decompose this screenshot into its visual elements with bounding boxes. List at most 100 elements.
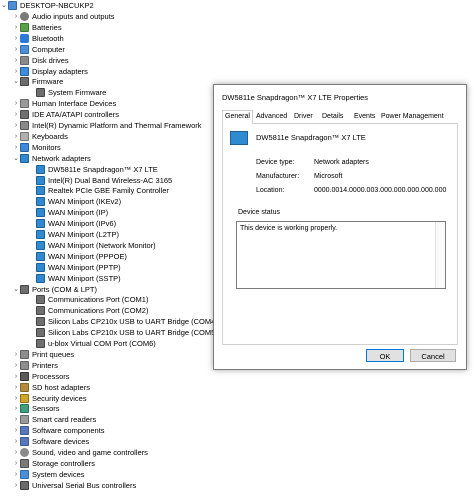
- tree-item-41[interactable]: › Storage controllers: [12, 458, 95, 469]
- chevron-right-icon[interactable]: ›: [12, 469, 20, 480]
- tab-driver[interactable]: Driver: [292, 111, 315, 123]
- tree-item-33[interactable]: › Processors: [12, 371, 70, 382]
- chevron-right-icon[interactable]: ›: [12, 120, 20, 131]
- chevron-right-icon[interactable]: ›: [12, 414, 20, 425]
- tab-advanced[interactable]: Advanced: [254, 111, 289, 123]
- tree-item-24[interactable]: WAN Miniport (SSTP): [28, 273, 121, 284]
- chevron-right-icon[interactable]: ›: [12, 436, 20, 447]
- tree-item-1[interactable]: › Batteries: [12, 22, 62, 33]
- sound-icon: [20, 448, 29, 457]
- tree-item-9[interactable]: › IDE ATA/ATAPI controllers: [12, 109, 119, 120]
- tree-item-30[interactable]: u-blox Virtual COM Port (COM6): [28, 338, 156, 349]
- tree-item-13[interactable]: ⌄ Network adapters: [12, 153, 91, 164]
- chevron-right-icon[interactable]: ›: [12, 480, 20, 491]
- tree-item-6[interactable]: ⌄ Firmware: [12, 76, 63, 87]
- tree-item-2[interactable]: › Bluetooth: [12, 33, 64, 44]
- tree-item-27[interactable]: Communications Port (COM2): [28, 305, 148, 316]
- tree-item-38[interactable]: › Software components: [12, 425, 105, 436]
- device-status-textbox[interactable]: This device is working properly.: [236, 221, 446, 289]
- chevron-right-icon[interactable]: ›: [12, 142, 20, 153]
- ok-button[interactable]: OK: [366, 349, 404, 362]
- chevron-right-icon[interactable]: ›: [12, 458, 20, 469]
- network-adapter-icon: [36, 219, 45, 228]
- network-adapter-icon: [230, 131, 248, 145]
- tree-item-23[interactable]: WAN Miniport (PPTP): [28, 262, 121, 273]
- tree-item-16[interactable]: Realtek PCIe GBE Family Controller: [28, 185, 169, 196]
- tree-item-4[interactable]: › Disk drives: [12, 55, 69, 66]
- tree-item-29[interactable]: Silicon Labs CP210x USB to UART Bridge (…: [28, 327, 218, 338]
- chevron-right-icon[interactable]: ›: [12, 425, 20, 436]
- chevron-right-icon[interactable]: ›: [12, 371, 20, 382]
- tree-item-label: System Firmware: [48, 88, 107, 97]
- manufacturer-value: Microsoft: [314, 173, 343, 180]
- chevron-down-icon[interactable]: ⌄: [0, 0, 8, 11]
- chevron-right-icon[interactable]: ›: [12, 11, 20, 22]
- tab-events[interactable]: Events: [352, 111, 377, 123]
- tree-item-label: Silicon Labs CP210x USB to UART Bridge (…: [48, 317, 218, 326]
- chevron-down-icon[interactable]: ⌄: [12, 284, 20, 295]
- chevron-right-icon[interactable]: ›: [12, 109, 20, 120]
- chevron-right-icon[interactable]: ›: [12, 33, 20, 44]
- chevron-right-icon[interactable]: ›: [12, 382, 20, 393]
- tree-item-28[interactable]: Silicon Labs CP210x USB to UART Bridge (…: [28, 316, 218, 327]
- chevron-right-icon[interactable]: ›: [12, 131, 20, 142]
- tree-item-root[interactable]: ⌄ DESKTOP-NBCUKP2: [0, 0, 94, 11]
- tree-item-label: System devices: [32, 470, 85, 479]
- tree-item-18[interactable]: WAN Miniport (IP): [28, 207, 108, 218]
- tree-item-label: Sound, video and game controllers: [32, 448, 148, 457]
- chevron-right-icon[interactable]: ›: [12, 349, 20, 360]
- tree-item-label: Keyboards: [32, 132, 68, 141]
- tree-item-17[interactable]: WAN Miniport (IKEv2): [28, 196, 121, 207]
- device-type-label: Device type:: [256, 159, 295, 166]
- tree-item-8[interactable]: › Human Interface Devices: [12, 98, 116, 109]
- tab-power-management[interactable]: Power Management: [379, 111, 446, 123]
- tree-item-0[interactable]: › Audio inputs and outputs: [12, 11, 115, 22]
- location-value: 0000.0014.0000.003.000.000.000.000.000: [314, 187, 447, 194]
- chevron-right-icon[interactable]: ›: [12, 22, 20, 33]
- computer-icon: [20, 45, 29, 54]
- tree-item-19[interactable]: WAN Miniport (IPv6): [28, 218, 116, 229]
- hid-icon: [20, 99, 29, 108]
- chevron-right-icon[interactable]: ›: [12, 44, 20, 55]
- tree-item-20[interactable]: WAN Miniport (L2TP): [28, 229, 119, 240]
- tree-item-42[interactable]: › System devices: [12, 469, 85, 480]
- tree-item-37[interactable]: › Smart card readers: [12, 414, 96, 425]
- tree-item-14[interactable]: DW5811e Snapdragon™ X7 LTE: [28, 164, 158, 175]
- network-adapter-icon: [36, 165, 45, 174]
- tree-item-10[interactable]: › Intel(R) Dynamic Platform and Thermal F…: [12, 120, 202, 131]
- tree-item-26[interactable]: Communications Port (COM1): [28, 294, 148, 305]
- tab-general[interactable]: General: [222, 110, 253, 124]
- tree-item-36[interactable]: › Sensors: [12, 403, 60, 414]
- tree-item-34[interactable]: › SD host adapters: [12, 382, 90, 393]
- chevron-down-icon[interactable]: ⌄: [12, 76, 20, 87]
- chevron-right-icon[interactable]: ›: [12, 98, 20, 109]
- status-scrollbar[interactable]: [435, 222, 445, 288]
- tree-item-12[interactable]: › Monitors: [12, 142, 61, 153]
- tree-item-32[interactable]: › Printers: [12, 360, 58, 371]
- tree-item-label: WAN Miniport (SSTP): [48, 274, 121, 283]
- network-adapter-icon: [36, 263, 45, 272]
- port-icon: [36, 306, 45, 315]
- tree-item-7[interactable]: System Firmware: [28, 87, 106, 98]
- tree-item-43[interactable]: › Universal Serial Bus controllers: [12, 480, 136, 491]
- tree-item-21[interactable]: WAN Miniport (Network Monitor): [28, 240, 156, 251]
- port-icon: [20, 285, 29, 294]
- battery-icon: [20, 23, 29, 32]
- chevron-right-icon[interactable]: ›: [12, 55, 20, 66]
- tree-item-39[interactable]: › Software devices: [12, 436, 89, 447]
- chevron-right-icon[interactable]: ›: [12, 447, 20, 458]
- tree-item-label: Computer: [32, 45, 65, 54]
- cancel-button[interactable]: Cancel: [410, 349, 456, 362]
- chevron-right-icon[interactable]: ›: [12, 403, 20, 414]
- tree-item-31[interactable]: › Print queues: [12, 349, 74, 360]
- tree-item-40[interactable]: › Sound, video and game controllers: [12, 447, 148, 458]
- tree-item-22[interactable]: WAN Miniport (PPPOE): [28, 251, 127, 262]
- tree-item-3[interactable]: › Computer: [12, 44, 65, 55]
- chevron-right-icon[interactable]: ›: [12, 360, 20, 371]
- tab-details[interactable]: Details: [320, 111, 345, 123]
- tree-item-11[interactable]: › Keyboards: [12, 131, 68, 142]
- chevron-down-icon[interactable]: ⌄: [12, 153, 20, 164]
